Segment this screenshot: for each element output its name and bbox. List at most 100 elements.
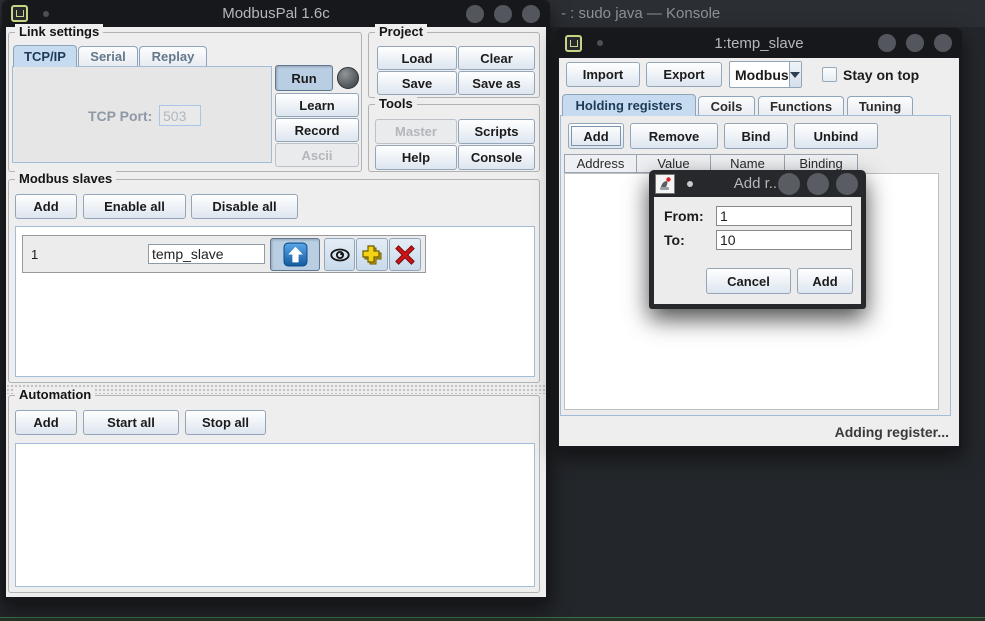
export-button[interactable]: Export <box>646 62 722 87</box>
tab-coils[interactable]: Coils <box>698 96 755 116</box>
master-button-label: Master <box>395 124 437 139</box>
slave-row[interactable]: 1 <box>22 235 426 273</box>
export-button-label: Export <box>663 67 704 82</box>
tab-functions[interactable]: Functions <box>758 96 844 116</box>
save-button[interactable]: Save <box>377 71 457 95</box>
ascii-button-label: Ascii <box>301 148 332 163</box>
import-button-label: Import <box>583 67 623 82</box>
slave-id: 1 <box>31 247 38 262</box>
tab-tuning[interactable]: Tuning <box>847 96 913 116</box>
column-header-address[interactable]: Address <box>564 154 637 173</box>
scripts-button[interactable]: Scripts <box>458 119 535 144</box>
automation-add-button[interactable]: Add <box>15 410 77 435</box>
load-button[interactable]: Load <box>377 46 457 70</box>
tab-replay-label: Replay <box>152 49 195 64</box>
modbus-slaves-legend: Modbus slaves <box>15 171 116 186</box>
register-bind-button[interactable]: Bind <box>724 123 788 149</box>
stay-on-top-label: Stay on top <box>843 67 919 83</box>
project-legend: Project <box>375 24 427 39</box>
console-button[interactable]: Console <box>458 145 535 170</box>
app-icon <box>565 35 582 52</box>
slaves-list: 1 <box>15 226 535 377</box>
slave-eye-button[interactable] <box>324 238 355 271</box>
save-as-button[interactable]: Save as <box>458 71 535 95</box>
enable-all-button-label: Enable all <box>104 199 165 214</box>
dialog-cancel-button-label: Cancel <box>727 274 770 289</box>
automation-group: Automation Add Start all Stop all <box>8 395 540 593</box>
column-header-binding-label: Binding <box>799 156 842 171</box>
modbuspal-content: Link settings TCP/IP Serial Replay TCP P… <box>6 27 546 597</box>
start-all-button-label: Start all <box>107 415 155 430</box>
learn-button[interactable]: Learn <box>275 93 359 117</box>
maximize-button[interactable] <box>906 34 924 52</box>
save-as-button-label: Save as <box>472 76 520 91</box>
tab-replay[interactable]: Replay <box>139 46 207 66</box>
start-all-button[interactable]: Start all <box>83 410 179 435</box>
import-button[interactable]: Import <box>566 62 640 87</box>
tools-group: Tools Master Scripts Help Console <box>368 104 540 172</box>
modbuspal-window: ModbusPal 1.6c Link settings TCP/IP Seri… <box>2 0 550 601</box>
tab-coils-label: Coils <box>711 99 743 114</box>
save-button-label: Save <box>402 76 432 91</box>
titlebar-dot <box>43 11 49 17</box>
close-button[interactable] <box>836 173 858 195</box>
register-add-button-label: Add <box>583 129 608 144</box>
maximize-button[interactable] <box>494 5 512 23</box>
help-button[interactable]: Help <box>375 145 457 170</box>
link-settings-group: Link settings TCP/IP Serial Replay TCP P… <box>8 32 362 172</box>
enable-all-button[interactable]: Enable all <box>83 194 186 219</box>
minimize-button[interactable] <box>778 173 800 195</box>
close-button[interactable] <box>934 34 952 52</box>
stay-on-top-checkbox[interactable] <box>822 67 837 82</box>
register-remove-button[interactable]: Remove <box>630 123 718 149</box>
automation-list <box>15 443 535 587</box>
register-unbind-button[interactable]: Unbind <box>794 123 878 149</box>
register-add-button[interactable]: Add <box>568 123 624 149</box>
plus-icon <box>360 243 384 267</box>
modbus-mode-select[interactable]: Modbus <box>729 61 802 88</box>
dialog-titlebar[interactable]: Add r... <box>649 170 866 197</box>
record-button[interactable]: Record <box>275 118 359 142</box>
konsole-window-title: - : sudo java — Konsole <box>561 5 720 22</box>
minimize-button[interactable] <box>878 34 896 52</box>
tab-tcpip[interactable]: TCP/IP <box>13 45 77 67</box>
modbuspal-titlebar[interactable]: ModbusPal 1.6c <box>2 0 550 27</box>
tab-holding-registers-label: Holding registers <box>576 98 683 113</box>
run-button[interactable]: Run <box>275 65 333 91</box>
slave-delete-button[interactable] <box>389 238 421 271</box>
help-button-label: Help <box>402 150 430 165</box>
modbus-slaves-group: Modbus slaves Add Enable all Disable all… <box>8 179 540 383</box>
tcp-port-input[interactable] <box>159 105 201 126</box>
close-button[interactable] <box>522 5 540 23</box>
tcpip-tab-panel: TCP Port: <box>12 66 272 163</box>
disable-all-button-label: Disable all <box>212 199 276 214</box>
add-register-dialog: Add r... From: To: Cancel Add <box>649 170 866 309</box>
dialog-add-button[interactable]: Add <box>797 268 853 294</box>
minimize-button[interactable] <box>466 5 484 23</box>
register-unbind-button-label: Unbind <box>814 129 859 144</box>
automation-add-button-label: Add <box>33 415 58 430</box>
slave-name-input[interactable] <box>148 244 265 264</box>
clear-button[interactable]: Clear <box>458 46 535 70</box>
slave-add-register-button[interactable] <box>356 238 388 271</box>
learn-button-label: Learn <box>299 98 334 113</box>
ascii-button: Ascii <box>275 143 359 167</box>
column-header-value-label: Value <box>657 156 689 171</box>
tab-functions-label: Functions <box>770 99 832 114</box>
slave-window-titlebar[interactable]: 1:temp_slave <box>556 28 962 58</box>
stop-all-button[interactable]: Stop all <box>185 410 266 435</box>
maximize-button[interactable] <box>807 173 829 195</box>
tab-serial[interactable]: Serial <box>78 46 138 66</box>
project-group: Project Load Clear Save Save as <box>368 32 540 98</box>
from-input[interactable] <box>716 206 852 226</box>
column-header-name-label: Name <box>730 156 765 171</box>
to-input[interactable] <box>716 230 852 250</box>
slave-enabled-toggle[interactable] <box>270 238 320 271</box>
tab-holding-registers[interactable]: Holding registers <box>562 94 696 116</box>
slave-add-button[interactable]: Add <box>15 194 77 219</box>
status-message: Adding register... <box>835 424 949 440</box>
dialog-cancel-button[interactable]: Cancel <box>706 268 791 294</box>
chevron-down-icon[interactable] <box>789 62 801 87</box>
disable-all-button[interactable]: Disable all <box>191 194 298 219</box>
load-button-label: Load <box>401 51 432 66</box>
